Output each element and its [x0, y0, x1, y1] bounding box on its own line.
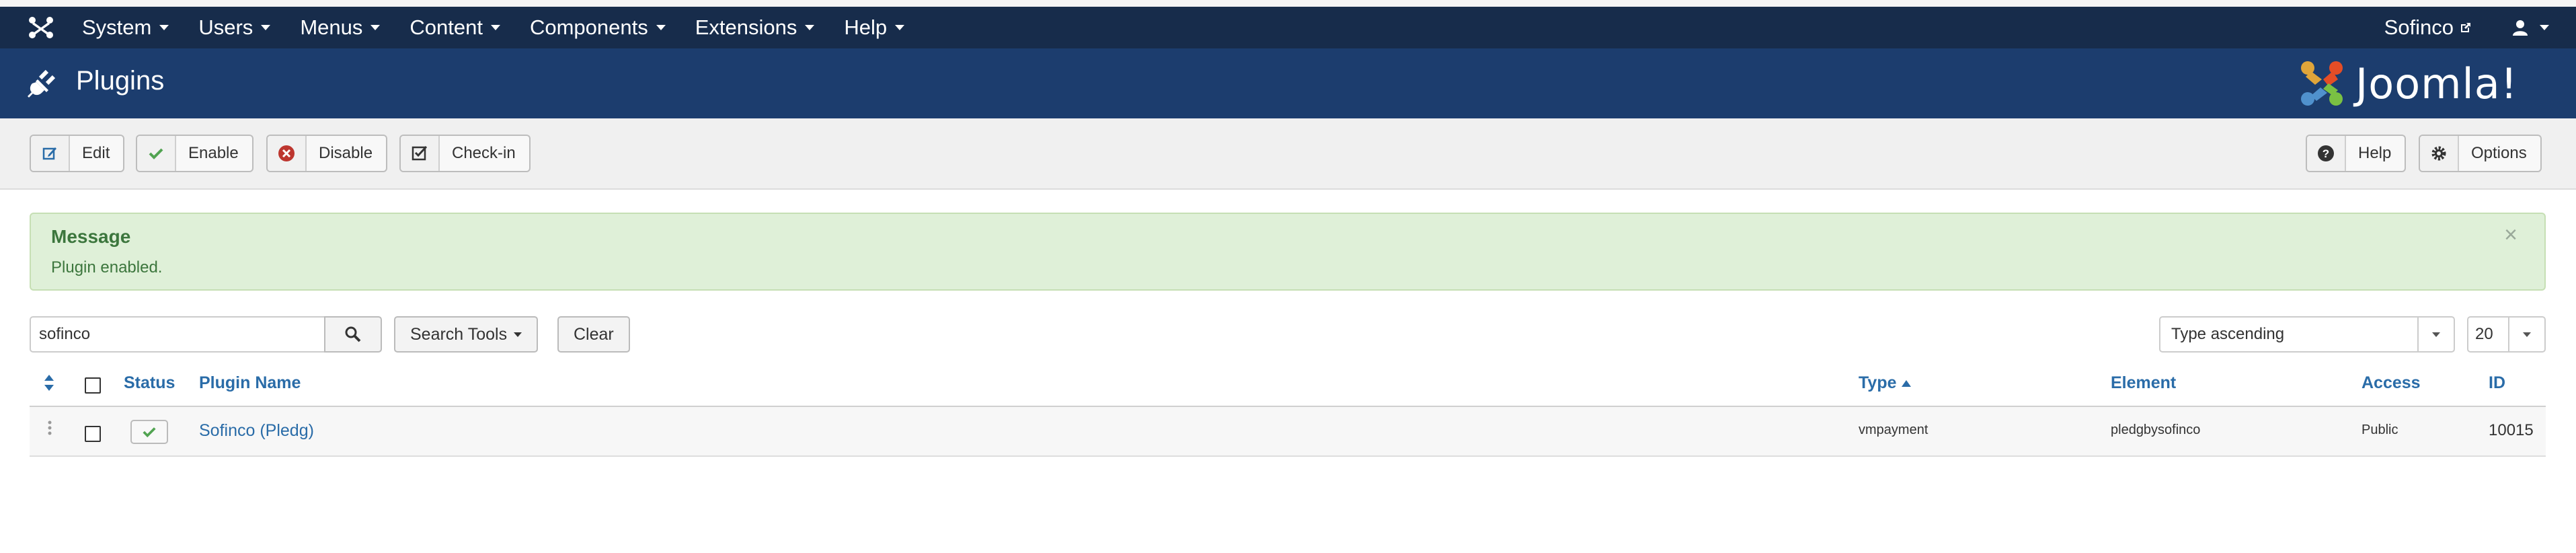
navbar-right: Sofinco: [2384, 7, 2549, 48]
disable-icon: [268, 136, 307, 171]
menu-system[interactable]: System: [67, 7, 184, 48]
page-header: Plugins Joomla!: [0, 48, 2576, 118]
menu-label: Menus: [300, 15, 363, 39]
ordering-select[interactable]: Type ascending: [2159, 316, 2455, 353]
select-all-checkbox[interactable]: [85, 377, 101, 394]
drag-handle-icon[interactable]: [47, 420, 52, 439]
chevron-down-icon: [2523, 332, 2531, 337]
row-checkbox[interactable]: [85, 426, 101, 442]
menu-label: Users: [198, 15, 253, 39]
gear-icon: [2420, 136, 2459, 171]
chevron-down-icon: [370, 25, 381, 30]
close-icon[interactable]: ×: [2504, 222, 2518, 248]
chevron-down-icon: [805, 25, 815, 30]
menu-label: Extensions: [695, 15, 797, 39]
joomla-logo-icon: [2301, 61, 2343, 106]
dropdown-toggle: [2508, 318, 2544, 351]
window-top-strip: [0, 0, 2576, 7]
message-heading: Message: [51, 226, 131, 247]
search-icon: [345, 326, 361, 342]
external-link-icon: [2461, 23, 2470, 32]
search-input[interactable]: [30, 316, 325, 353]
site-link[interactable]: Sofinco: [2384, 15, 2472, 40]
chevron-down-icon: [159, 25, 169, 30]
main-menu: System Users Menus Content Components Ex…: [67, 7, 919, 48]
checkin-button[interactable]: Check-in: [399, 135, 531, 172]
clear-button[interactable]: Clear: [557, 316, 630, 353]
col-access[interactable]: Access: [2362, 373, 2421, 393]
user-menu[interactable]: [2511, 19, 2549, 36]
top-navbar: System Users Menus Content Components Ex…: [0, 7, 2576, 48]
disable-label: Disable: [319, 144, 373, 162]
plugin-access: Public: [2362, 422, 2398, 437]
menu-content[interactable]: Content: [395, 7, 515, 48]
message-body: Plugin enabled.: [51, 258, 163, 276]
chevron-down-icon: [261, 25, 271, 30]
edit-icon: [31, 136, 70, 171]
edit-button[interactable]: Edit: [30, 135, 125, 172]
chevron-down-icon: [514, 332, 522, 337]
col-type-label: Type: [1859, 373, 1897, 392]
chevron-down-icon: [490, 25, 500, 30]
menu-extensions[interactable]: Extensions: [680, 7, 830, 48]
plugin-name-link[interactable]: Sofinco (Pledg): [199, 421, 314, 441]
col-plugin-name[interactable]: Plugin Name: [199, 373, 301, 393]
svg-text:?: ?: [2323, 147, 2329, 160]
plugin-element: pledgbysofinco: [2111, 422, 2201, 437]
check-icon: [137, 136, 176, 171]
options-button[interactable]: Options: [2419, 135, 2542, 172]
enable-label: Enable: [188, 144, 239, 162]
help-button[interactable]: ? Help: [2306, 135, 2407, 172]
options-label: Options: [2471, 144, 2527, 162]
status-toggle-button[interactable]: [130, 420, 168, 444]
joomla-logo: Joomla!: [2296, 57, 2518, 110]
disable-button[interactable]: Disable: [266, 135, 388, 172]
menu-components[interactable]: Components: [515, 7, 680, 48]
chevron-down-icon: [2432, 332, 2440, 337]
ordering-value: Type ascending: [2171, 325, 2285, 343]
page-title: Plugins: [76, 66, 165, 96]
col-status[interactable]: Status: [124, 373, 175, 393]
plugin-type: vmpayment: [1859, 422, 1928, 437]
limit-select[interactable]: 20: [2467, 316, 2546, 353]
sort-icon[interactable]: [43, 374, 55, 392]
checkbox-checked-icon: [401, 136, 440, 171]
toolbar: Edit Enable Disable Check-in ? Help Opti…: [0, 118, 2576, 190]
search-tools-label: Search Tools: [410, 324, 508, 344]
help-label: Help: [2358, 144, 2392, 162]
chevron-down-icon: [2540, 25, 2549, 30]
joomla-wordmark: Joomla!: [2355, 59, 2518, 108]
limit-value: 20: [2475, 325, 2493, 343]
clear-label: Clear: [574, 324, 614, 344]
chevron-down-icon: [895, 25, 905, 30]
menu-help[interactable]: Help: [829, 7, 919, 48]
col-id[interactable]: ID: [2489, 373, 2505, 393]
sort-asc-icon: [1901, 379, 1911, 387]
success-message: Message Plugin enabled. ×: [30, 213, 2546, 291]
edit-label: Edit: [82, 144, 110, 162]
search-button[interactable]: [324, 316, 382, 353]
menu-label: Components: [529, 15, 648, 39]
menu-users[interactable]: Users: [184, 7, 285, 48]
col-element[interactable]: Element: [2111, 373, 2176, 393]
dropdown-toggle: [2417, 318, 2454, 351]
site-name: Sofinco: [2384, 15, 2454, 39]
check-icon: [143, 427, 156, 438]
user-icon: [2513, 20, 2528, 36]
search-tools-button[interactable]: Search Tools: [394, 316, 539, 353]
question-icon: ?: [2307, 136, 2346, 171]
menu-menus[interactable]: Menus: [285, 7, 395, 48]
col-type[interactable]: Type: [1859, 373, 1912, 393]
plugin-id: 10015: [2489, 421, 2534, 439]
menu-label: System: [82, 15, 152, 39]
joomla-icon[interactable]: [26, 15, 56, 40]
menu-label: Help: [844, 15, 888, 39]
chevron-down-icon: [656, 25, 666, 30]
checkin-label: Check-in: [452, 144, 516, 162]
menu-label: Content: [409, 15, 483, 39]
plug-icon: [28, 69, 56, 98]
enable-button[interactable]: Enable: [136, 135, 253, 172]
